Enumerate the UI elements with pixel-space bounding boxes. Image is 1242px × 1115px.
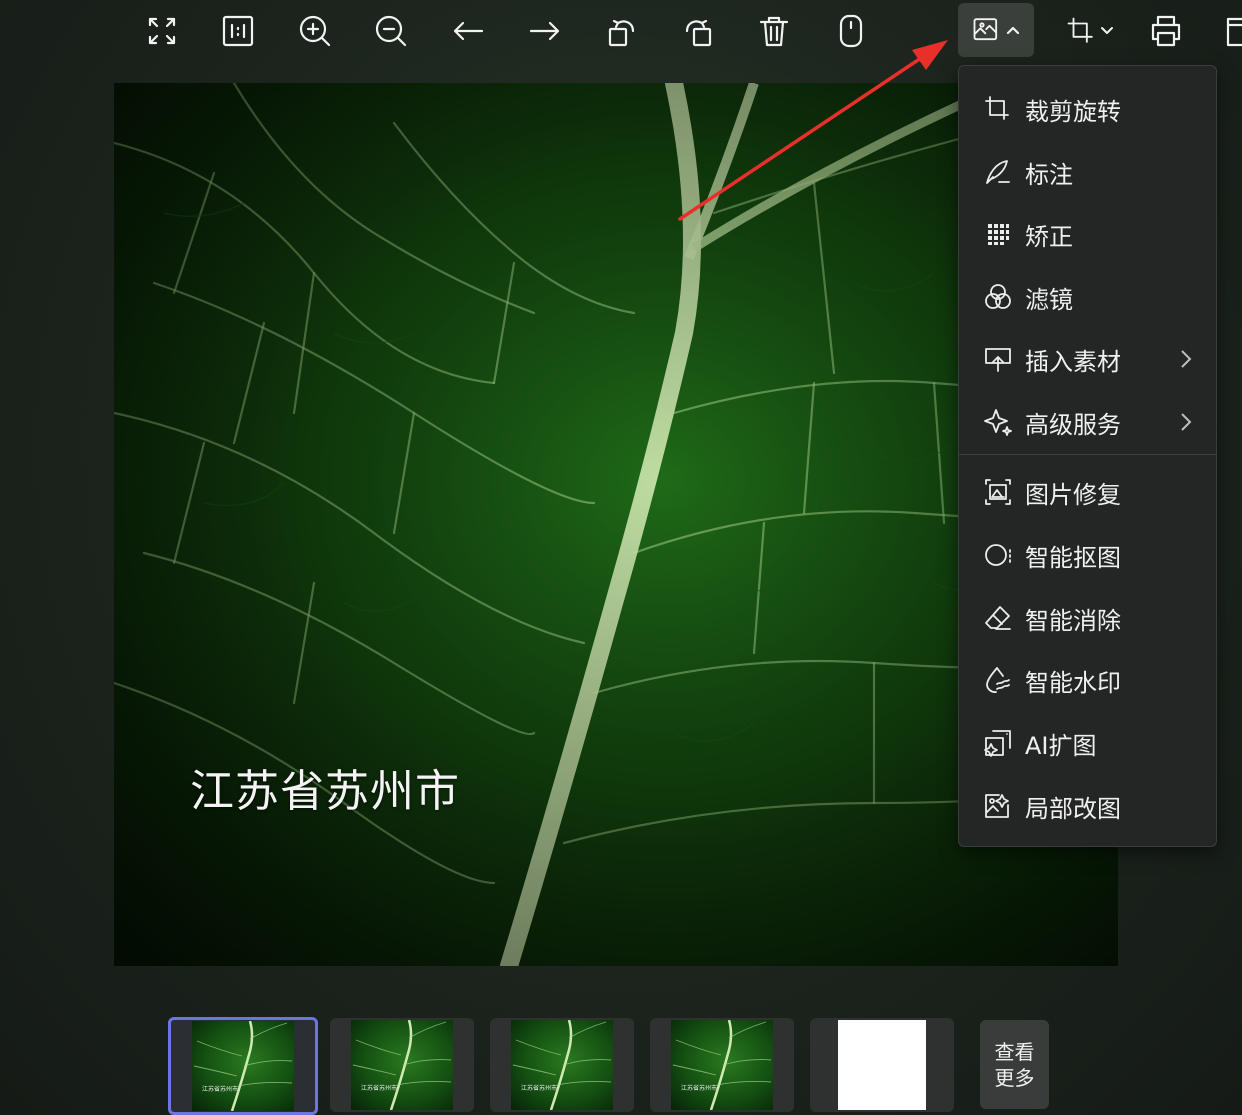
correct-icon xyxy=(983,219,1013,249)
thumbnail-caption: 江苏省苏州市 xyxy=(521,1085,558,1092)
menu-item-label: 高级服务 xyxy=(1025,410,1121,439)
partial-edit-icon xyxy=(983,791,1013,821)
folder-button[interactable] xyxy=(1214,6,1242,56)
thumbnail-caption: 江苏省苏州市 xyxy=(681,1085,718,1092)
rotate-left-button[interactable] xyxy=(597,6,647,56)
image-repair-icon xyxy=(983,477,1013,507)
rotate-right-button[interactable] xyxy=(673,6,723,56)
menu-item-smart-cutout[interactable]: 智能抠图 xyxy=(959,530,1216,580)
folder-icon xyxy=(1226,17,1242,47)
annotate-icon xyxy=(983,157,1013,187)
menu-item-label: 标注 xyxy=(1025,160,1073,189)
menu-item-smart-erase[interactable]: 智能消除 xyxy=(959,593,1216,643)
chevron-up-icon xyxy=(1006,26,1020,35)
crop-rotate-icon xyxy=(983,94,1013,124)
previous-icon xyxy=(453,21,484,41)
edit-image-menu: 裁剪旋转 标注 矫正 滤镜 插入素材 高级服务 图片修复 智能抠图 智能消除 智… xyxy=(958,65,1217,847)
menu-item-label: 智能水印 xyxy=(1025,668,1121,697)
thumbnail-5[interactable] xyxy=(810,1018,954,1112)
thumbnail-image: 江苏省苏州市 xyxy=(192,1021,294,1111)
menu-item-label: 图片修复 xyxy=(1025,480,1121,509)
print-button[interactable] xyxy=(1141,6,1191,56)
view-more-label-line2: 更多 xyxy=(994,1065,1035,1090)
thumbnail-image: 江苏省苏州市 xyxy=(351,1020,453,1110)
menu-item-correct[interactable]: 矫正 xyxy=(959,209,1216,259)
menu-item-label: 局部改图 xyxy=(1025,794,1121,823)
advanced-service-icon xyxy=(983,407,1013,437)
delete-button[interactable] xyxy=(749,6,799,56)
thumbnail-3[interactable]: 江苏省苏州市 xyxy=(490,1018,634,1112)
print-icon xyxy=(1151,15,1181,47)
thumbnail-caption: 江苏省苏州市 xyxy=(361,1085,398,1092)
toolbar xyxy=(0,0,1242,62)
zoom-in-button[interactable] xyxy=(290,6,340,56)
chevron-down-icon xyxy=(1101,27,1113,34)
insert-material-icon xyxy=(983,344,1013,374)
menu-item-ai-expand[interactable]: AI扩图 xyxy=(959,718,1216,768)
menu-item-image-repair[interactable]: 图片修复 xyxy=(959,467,1216,517)
thumbnail-caption: 江苏省苏州市 xyxy=(202,1086,239,1093)
thumbnail-image: 江苏省苏州市 xyxy=(671,1020,773,1110)
thumbnail-2[interactable]: 江苏省苏州市 xyxy=(330,1018,474,1112)
rotate-left-icon xyxy=(608,19,635,47)
delete-icon xyxy=(759,16,789,47)
previous-button[interactable] xyxy=(443,6,493,56)
crop-icon xyxy=(1067,17,1093,43)
next-button[interactable] xyxy=(520,6,570,56)
menu-item-label: 智能消除 xyxy=(1025,606,1121,635)
menu-item-label: 智能抠图 xyxy=(1025,543,1121,572)
thumbnail-1[interactable]: 江苏省苏州市 xyxy=(168,1017,318,1115)
chevron-right-icon xyxy=(1178,348,1194,370)
menu-item-crop-rotate[interactable]: 裁剪旋转 xyxy=(959,84,1216,134)
menu-item-label: 矫正 xyxy=(1025,222,1073,251)
menu-item-label: 滤镜 xyxy=(1025,285,1073,314)
next-icon xyxy=(529,21,560,41)
thumbnail-strip: 江苏省苏州市 江苏省苏州市 江苏省苏州市 江苏省苏州市 查看 更多 xyxy=(0,1012,1242,1115)
mouse-button[interactable] xyxy=(826,6,876,56)
fit-screen-icon xyxy=(148,17,176,45)
zoom-out-button[interactable] xyxy=(366,6,416,56)
view-more-label-line1: 查看 xyxy=(994,1039,1035,1064)
smart-watermark-icon xyxy=(983,665,1013,695)
edit-image-button[interactable] xyxy=(958,3,1034,57)
menu-item-label: 插入素材 xyxy=(1025,347,1121,376)
rotate-right-icon xyxy=(685,19,712,47)
smart-cutout-icon xyxy=(983,540,1013,570)
zoom-in-icon xyxy=(299,15,331,47)
thumbnail-4[interactable]: 江苏省苏州市 xyxy=(650,1018,794,1112)
menu-item-label: 裁剪旋转 xyxy=(1025,97,1121,126)
actual-size-icon xyxy=(222,15,254,47)
chevron-right-icon xyxy=(1178,411,1194,433)
crop-menu-button[interactable] xyxy=(1060,6,1120,56)
smart-erase-icon xyxy=(983,603,1013,633)
menu-item-filter[interactable]: 滤镜 xyxy=(959,272,1216,322)
thumbnail-image: 江苏省苏州市 xyxy=(511,1020,613,1110)
image-caption: 江苏省苏州市 xyxy=(190,766,460,817)
menu-divider xyxy=(959,454,1216,455)
mouse-icon xyxy=(839,14,863,48)
filter-icon xyxy=(983,282,1013,312)
ai-expand-icon xyxy=(983,728,1013,758)
menu-item-partial-edit[interactable]: 局部改图 xyxy=(959,781,1216,831)
fit-screen-button[interactable] xyxy=(137,6,187,56)
edit-image-icon xyxy=(973,18,998,41)
view-more-button[interactable]: 查看 更多 xyxy=(980,1020,1049,1109)
menu-item-annotate[interactable]: 标注 xyxy=(959,147,1216,197)
thumbnail-blank-image xyxy=(838,1020,926,1110)
menu-item-insert-material[interactable]: 插入素材 xyxy=(959,334,1216,384)
menu-item-advanced-service[interactable]: 高级服务 xyxy=(959,397,1216,447)
menu-item-smart-watermark[interactable]: 智能水印 xyxy=(959,655,1216,705)
menu-item-label: AI扩图 xyxy=(1025,731,1097,760)
zoom-out-icon xyxy=(375,15,407,47)
actual-size-button[interactable] xyxy=(213,6,263,56)
